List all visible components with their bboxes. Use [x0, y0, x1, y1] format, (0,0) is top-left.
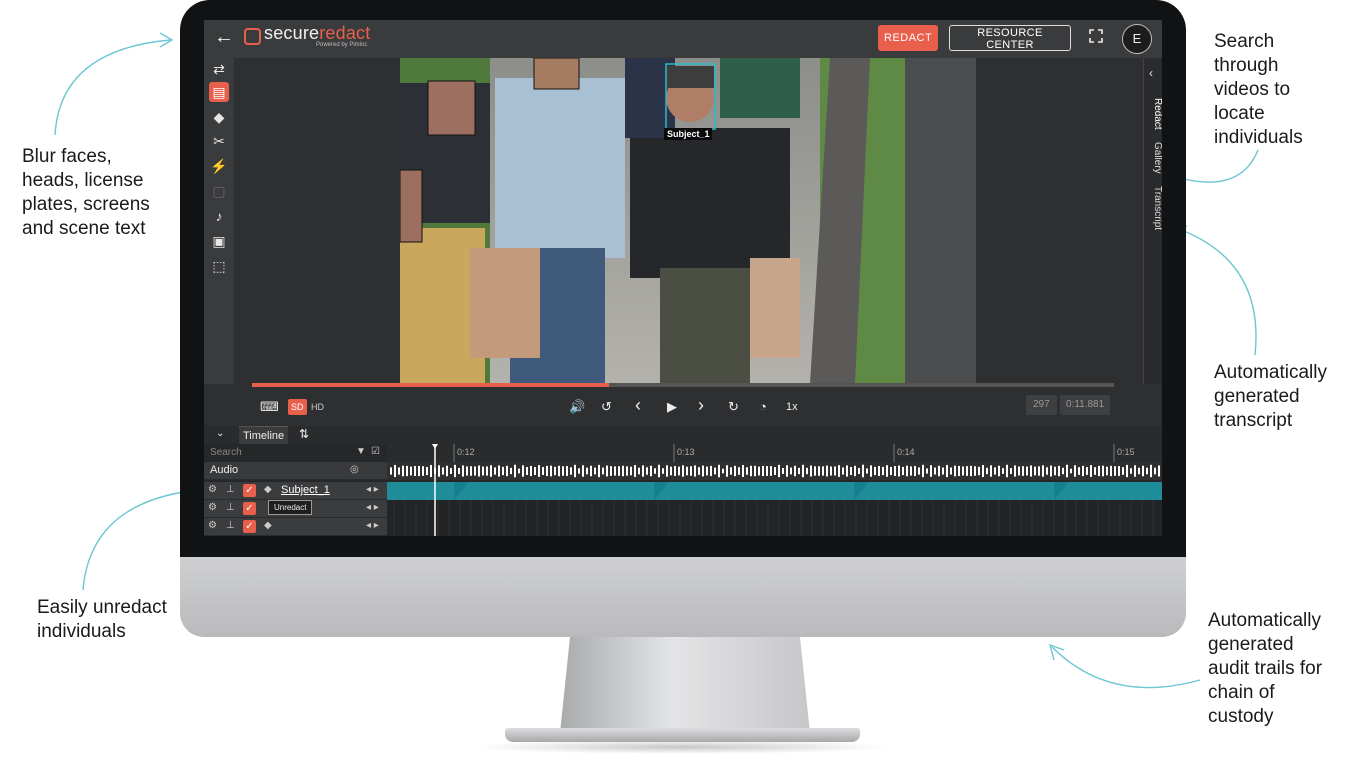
arrows-icon[interactable]: ◂ ▸: [366, 484, 379, 495]
tag-icon[interactable]: ◆: [209, 107, 229, 127]
speed-icon[interactable]: ◔: [759, 399, 767, 415]
tab-transcript[interactable]: Transcript: [1144, 180, 1162, 236]
scissors-icon[interactable]: ✂: [209, 131, 229, 151]
pin-icon[interactable]: ⊥: [226, 502, 235, 513]
resource-center-button[interactable]: RESOURCE CENTER: [949, 25, 1071, 51]
tab-timeline[interactable]: Timeline: [239, 426, 289, 445]
timeline-tracks: Search ▼ ☑ 0:12 0:13 0:14 0:15 Audio ◎ ⚙…: [204, 444, 1162, 536]
back-arrow-icon[interactable]: ←: [214, 26, 234, 49]
track-header[interactable]: ⚙ ⊥ ✓ ◆ ◂ ▸: [204, 518, 387, 536]
redact-button[interactable]: REDACT: [878, 25, 938, 51]
audio-track-label: Audio: [210, 464, 239, 476]
tick-label: 0:15: [1117, 447, 1135, 457]
monitor-base: [505, 728, 860, 742]
unredact-tooltip: Unredact: [268, 500, 313, 515]
user-avatar[interactable]: E: [1122, 24, 1152, 54]
prev-frame-icon[interactable]: ‹: [635, 396, 641, 414]
keyboard-icon[interactable]: ⌨: [260, 399, 279, 415]
redact-checkbox[interactable]: ✓: [243, 502, 256, 515]
time-counter: 0:11.881: [1060, 395, 1111, 415]
frame-counter: 297: [1026, 395, 1057, 415]
audio-track-header: Audio ◎: [204, 462, 387, 480]
sd-toggle[interactable]: SD: [288, 399, 307, 415]
tag-icon[interactable]: ◆: [264, 484, 272, 495]
subject-track-header[interactable]: ⚙ ⊥ ✓ ◆ Subject_1 ◂ ▸: [204, 482, 387, 500]
ear-icon[interactable]: ◎: [350, 464, 359, 475]
tab-gallery[interactable]: Gallery: [1144, 138, 1162, 178]
audio-redact-icon[interactable]: ♪: [209, 206, 229, 226]
video-scene: [400, 58, 976, 384]
hd-toggle[interactable]: HD: [311, 399, 324, 415]
side-panel: ‹ Redact Gallery Transcript: [1143, 58, 1162, 384]
timeline-search-input[interactable]: Search: [210, 447, 242, 458]
volume-icon[interactable]: 🔊: [569, 399, 585, 415]
tick-label: 0:13: [677, 447, 695, 457]
arrows-icon[interactable]: ◂ ▸: [366, 520, 379, 531]
next-frame-icon[interactable]: ›: [698, 396, 704, 414]
play-icon[interactable]: ▶: [667, 399, 677, 415]
image-icon[interactable]: ▣: [209, 231, 229, 251]
box-select-icon[interactable]: ▢: [209, 181, 229, 201]
logo-subtitle: Powered by Pimloc: [316, 42, 368, 48]
timeline-header: ⌄ Timeline ⇅: [204, 426, 1162, 445]
select-all-icon[interactable]: ☑: [371, 446, 380, 457]
frame-select-icon[interactable]: ⬚: [209, 256, 229, 276]
tool-sidebar: ⇄ ▤ ◆ ✂ ⚡ ▢ ♪ ▣ ⬚: [204, 58, 234, 384]
tab-redact[interactable]: Redact: [1144, 92, 1162, 136]
tick-label: 0:14: [897, 447, 915, 457]
app-screen: ← secureredact Powered by Pimloc REDACT …: [204, 20, 1162, 536]
monitor-base-shadow: [470, 740, 895, 754]
tag-icon[interactable]: ◆: [264, 520, 272, 531]
settings-gear-icon[interactable]: ⚙: [208, 502, 217, 513]
auto-detect-icon[interactable]: ⚡: [209, 156, 229, 176]
redact-list-icon[interactable]: ▤: [209, 82, 229, 102]
playback-controls: ⌨ SD HD 🔊 ↺ ‹ ▶ › ↻ ◔ 1x 297 0:11.881: [204, 387, 1162, 427]
subject-label: Subject_1: [667, 129, 710, 139]
arrows-icon[interactable]: ◂ ▸: [366, 502, 379, 513]
logo-icon: [244, 28, 261, 45]
video-frame[interactable]: Subject_1: [400, 58, 976, 384]
monitor-stand: [560, 637, 810, 733]
redact-checkbox[interactable]: ✓: [243, 520, 256, 533]
pin-icon[interactable]: ⊥: [226, 484, 235, 495]
rewind-icon[interactable]: ↺: [601, 399, 612, 415]
pin-icon[interactable]: ⊥: [226, 520, 235, 531]
collapse-timeline-icon[interactable]: ⌄: [216, 428, 224, 439]
swap-icon[interactable]: ⇄: [209, 59, 229, 79]
settings-gear-icon[interactable]: ⚙: [208, 484, 217, 495]
app-logo: secureredact: [264, 23, 371, 43]
sort-icon[interactable]: ⇅: [299, 427, 309, 441]
redact-checkbox[interactable]: ✓: [243, 484, 256, 497]
tick-label: 0:12: [457, 447, 475, 457]
top-bar: ← secureredact Powered by Pimloc REDACT …: [204, 20, 1162, 58]
collapse-chevron-icon[interactable]: ‹: [1149, 66, 1153, 80]
monitor-chin: [180, 555, 1186, 637]
forward-icon[interactable]: ↻: [728, 399, 739, 415]
filter-icon[interactable]: ▼: [356, 446, 366, 457]
fullscreen-icon[interactable]: [1089, 29, 1103, 43]
track-name[interactable]: Subject_1: [281, 484, 330, 496]
speed-label[interactable]: 1x: [786, 399, 798, 415]
settings-gear-icon[interactable]: ⚙: [208, 520, 217, 531]
